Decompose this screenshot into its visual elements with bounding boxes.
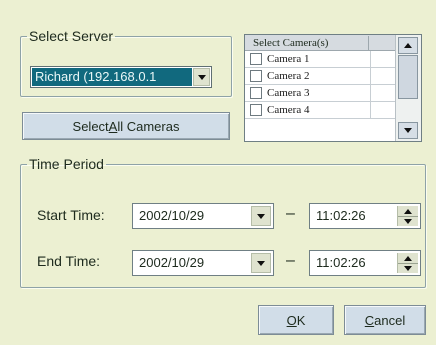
- select-all-label-pre: Select: [72, 118, 109, 134]
- cancel-accelerator: C: [364, 312, 375, 328]
- end-time-spin-buttons[interactable]: [397, 253, 418, 273]
- spin-down-icon[interactable]: [398, 263, 418, 273]
- end-range-separator: –: [286, 252, 295, 269]
- scrollbar-thumb[interactable]: [398, 55, 418, 99]
- end-time-label: End Time:: [37, 253, 101, 269]
- start-time-label: Start Time:: [37, 207, 105, 223]
- arrow-up-icon: [404, 43, 412, 48]
- ok-label: K: [296, 312, 306, 328]
- header-divider: [368, 36, 369, 50]
- select-all-cameras-button[interactable]: Select All Cameras: [22, 112, 230, 140]
- end-time-spinner[interactable]: 11:02:26: [309, 250, 421, 276]
- time-period-group: Time Period Start Time: 2002/10/29 – 11:…: [20, 156, 426, 288]
- time-period-legend: Time Period: [29, 156, 104, 172]
- ok-button[interactable]: OK: [258, 305, 334, 335]
- select-all-label-post: ll Cameras: [117, 118, 180, 134]
- select-all-accelerator: A: [108, 118, 118, 134]
- ok-accelerator: O: [286, 312, 297, 328]
- camera-name: Camera 1: [267, 53, 310, 65]
- end-time-value: 11:02:26: [316, 255, 366, 270]
- server-dropdown-button[interactable]: [193, 68, 210, 86]
- start-date-dropdown-button[interactable]: [251, 206, 271, 226]
- camera-row[interactable]: Camera 1: [245, 51, 395, 68]
- column-divider: [370, 102, 371, 118]
- scroll-up-button[interactable]: [398, 37, 418, 54]
- column-divider: [370, 68, 371, 84]
- column-divider: [370, 51, 371, 67]
- select-server-legend: Select Server: [29, 28, 114, 44]
- start-time-spin-buttons[interactable]: [397, 206, 418, 226]
- camera-name: Camera 3: [267, 87, 310, 99]
- camera-row[interactable]: Camera 3: [245, 85, 395, 102]
- server-dropdown[interactable]: Richard (192.168.0.1: [30, 66, 212, 88]
- camera-checkbox[interactable]: [250, 70, 262, 82]
- end-date-dropdown-button[interactable]: [251, 253, 271, 273]
- spin-down-icon[interactable]: [398, 216, 418, 226]
- camera-row[interactable]: Camera 4: [245, 102, 395, 119]
- camera-name: Camera 2: [267, 70, 310, 82]
- chevron-down-icon: [257, 260, 265, 266]
- start-date-dropdown[interactable]: 2002/10/29: [132, 203, 274, 229]
- camera-list-header[interactable]: Select Camera(s): [245, 35, 395, 51]
- camera-list-header-label: Select Camera(s): [253, 37, 329, 49]
- select-server-group: Select Server Richard (192.168.0.1: [20, 28, 232, 97]
- start-date-value: 2002/10/29: [139, 208, 205, 223]
- end-date-value: 2002/10/29: [139, 255, 205, 270]
- server-selected-value: Richard (192.168.0.1: [32, 68, 192, 86]
- cancel-button[interactable]: Cancel: [344, 305, 426, 335]
- camera-selection-dialog: Select Server Richard (192.168.0.1 Selec…: [0, 0, 436, 345]
- chevron-down-icon: [197, 74, 206, 80]
- camera-name: Camera 4: [267, 104, 310, 116]
- start-time-value: 11:02:26: [316, 208, 366, 223]
- end-date-dropdown[interactable]: 2002/10/29: [132, 250, 274, 276]
- start-range-separator: –: [286, 205, 295, 222]
- camera-list-scrollbar[interactable]: [395, 35, 421, 141]
- scroll-down-button[interactable]: [398, 122, 418, 139]
- arrow-down-icon: [404, 128, 412, 133]
- start-time-spinner[interactable]: 11:02:26: [309, 203, 421, 229]
- column-divider: [370, 85, 371, 101]
- camera-checkbox[interactable]: [250, 53, 262, 65]
- chevron-down-icon: [257, 213, 265, 219]
- camera-checkbox[interactable]: [250, 87, 262, 99]
- camera-checkbox[interactable]: [250, 104, 262, 116]
- camera-list[interactable]: Select Camera(s) Camera 1 Camera 2 Camer…: [244, 34, 422, 142]
- camera-row[interactable]: Camera 2: [245, 68, 395, 85]
- cancel-label: ancel: [374, 312, 406, 328]
